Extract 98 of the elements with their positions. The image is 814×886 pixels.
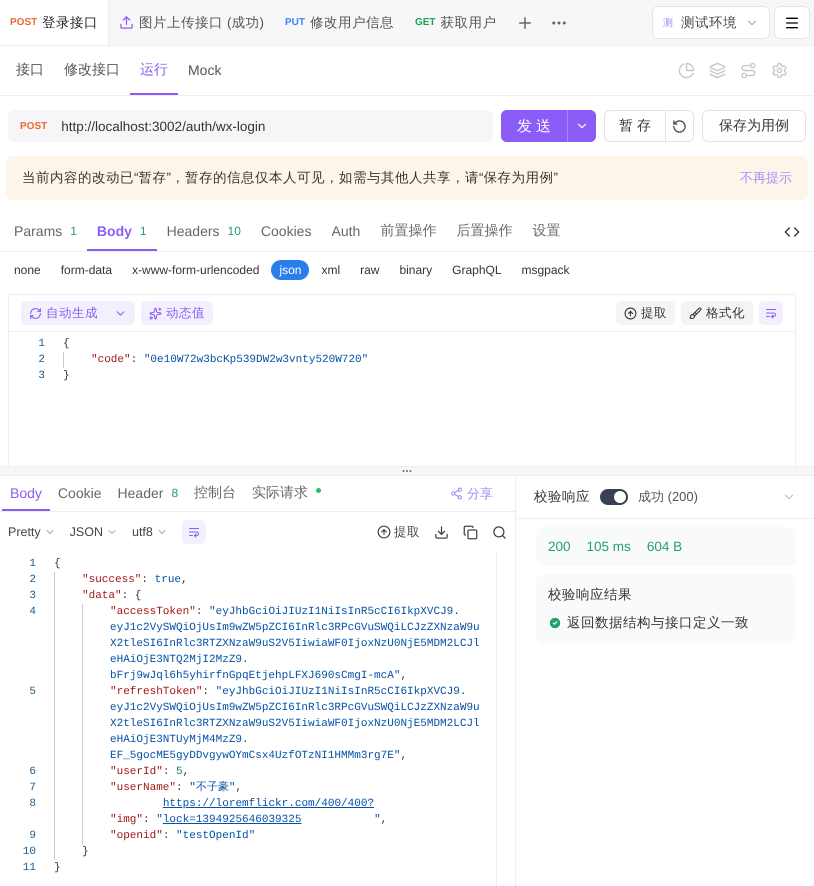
line-number: 5 bbox=[28, 685, 37, 700]
body-type-option[interactable]: binary bbox=[391, 260, 440, 280]
line-number: 3 bbox=[28, 589, 37, 604]
result-message: 返回数据结构与接口定义一致 bbox=[567, 614, 749, 632]
save-case-button[interactable]: 保存为用例 bbox=[702, 110, 806, 142]
body-type-option[interactable]: xml bbox=[313, 260, 348, 280]
code-line: "refreshToken": "eyJhbGciOiJIUzI1NiIsInR5cCI6IkpXVCJ9. eyJ1c2VySWQiOjUsIm9wZW5pZCI6InRlc3RPcGVuSWQiLCJzZXNzaW9u X2tleSI6InRlc3RTZXNzaW9uS2V5IiwiaWF0IjoxNzU0NjE5MDM2LCJl eHAiOjE3NTUyMjM4MzZ9. EF_5gocME5gyDDvgywOYmCsx4UzfOTzNI1HMMm3rg7E", bbox=[110, 685, 480, 764]
line-number: 10 bbox=[22, 845, 37, 860]
code-line: } bbox=[82, 845, 89, 860]
line-number: 2 bbox=[37, 353, 46, 368]
check-icon bbox=[548, 616, 562, 630]
code-line: "accessToken": "eyJhbGciOiJIUzI1NiIsInR5cCI6IkpXVCJ9. eyJ1c2VySWQiOjUsIm9wZW5pZCI6InRlc3RPcGVuSWQiLCJzZXNzaW9u X2tleSI6InRlc3RTZXNzaW9uS2V5IiwiaWF0IjoxNzU0NjE5MDM2LCJl eHAiOjE3NTQ2MjI2MzZ9. bFrj9wJql6h5yhirfnGpqEtjehpLFXJ690sCmgI-mcA", bbox=[110, 605, 480, 684]
nav-tab[interactable]: 运行 bbox=[130, 46, 178, 95]
notice-text: 当前内容的改动已“暂存”，暂存的信息仅本人可见，如需与其他人共享，请“保存为用例” bbox=[22, 169, 558, 187]
body-type-option[interactable]: raw bbox=[352, 260, 388, 280]
encoding-select[interactable]: utf8 bbox=[132, 525, 168, 539]
code-line: "code": "0e10W72w3bcKp539DW2w3vnty520W720" bbox=[91, 353, 368, 368]
body-type-option[interactable]: json bbox=[271, 260, 310, 280]
body-type-option[interactable]: msgpack bbox=[514, 260, 578, 280]
upload-icon bbox=[119, 15, 134, 30]
line-number: 7 bbox=[28, 781, 37, 796]
search-icon[interactable] bbox=[492, 524, 507, 540]
wrap-button[interactable] bbox=[759, 301, 783, 325]
menu-button[interactable] bbox=[774, 6, 810, 39]
code-line: } bbox=[54, 861, 61, 876]
reset-icon bbox=[672, 118, 687, 134]
share-icon bbox=[450, 487, 463, 500]
sparkle-icon bbox=[149, 306, 162, 320]
validation-toggle[interactable] bbox=[600, 489, 628, 505]
code-line: "userId": 5, bbox=[110, 765, 190, 780]
extract-button[interactable]: 提取 bbox=[616, 301, 675, 325]
result-title: 校验响应结果 bbox=[548, 586, 633, 604]
line-number: 4 bbox=[28, 605, 37, 620]
param-tab[interactable]: Params 1 bbox=[4, 212, 87, 251]
environment-select[interactable]: 测 测试环境 bbox=[652, 6, 770, 39]
code-line: "openid": "testOpenId" bbox=[110, 829, 256, 844]
body-type-option[interactable]: none bbox=[6, 260, 49, 280]
param-tab[interactable]: 后置操作 bbox=[446, 212, 522, 251]
nav-tab[interactable]: 接口 bbox=[6, 46, 54, 95]
body-type-option[interactable]: x-www-form-urlencoded bbox=[124, 260, 268, 280]
upload-icon bbox=[624, 306, 637, 320]
request-tab[interactable]: GET 获取用户 bbox=[404, 0, 508, 45]
response-tab[interactable]: 控制台 bbox=[186, 476, 244, 511]
code-line: "data": { bbox=[82, 589, 142, 604]
format-button[interactable]: 格式化 bbox=[681, 301, 753, 325]
response-tab[interactable]: 实际请求 bbox=[244, 476, 330, 511]
nav-tab[interactable]: Mock bbox=[178, 46, 232, 95]
code-line: { bbox=[54, 557, 61, 572]
line-number: 1 bbox=[28, 557, 37, 572]
code-line: { bbox=[63, 337, 70, 352]
code-line: "img": " https://loremflickr.com/400/400? lock=1394925646039325 ", bbox=[110, 796, 388, 828]
extract-button[interactable]: 提取 bbox=[377, 524, 420, 540]
line-number: 11 bbox=[22, 861, 37, 876]
menu-icon bbox=[784, 14, 800, 30]
param-tab[interactable]: Cookies bbox=[250, 212, 322, 251]
validation-label: 校验响应 bbox=[534, 488, 590, 506]
send-button[interactable]: 发 送 bbox=[500, 110, 568, 142]
wrap-icon bbox=[765, 306, 777, 320]
line-number: 3 bbox=[37, 369, 46, 384]
wrap-button[interactable] bbox=[182, 520, 206, 544]
url-link[interactable]: https://loremflickr.com/400/400? lock=1394925646039325 bbox=[162, 796, 374, 828]
wrap-icon bbox=[188, 525, 200, 539]
validation-status: 成功 (200) bbox=[638, 488, 698, 506]
request-tab[interactable]: PUT 修改用户信息 bbox=[274, 0, 405, 45]
response-tab[interactable]: Header 8 bbox=[110, 476, 186, 511]
status-code: 200 bbox=[548, 539, 571, 554]
response-tab[interactable]: Cookie bbox=[50, 476, 110, 511]
param-tab[interactable]: Auth bbox=[321, 212, 370, 251]
code-line: "success": true, bbox=[82, 573, 188, 588]
code-line: } bbox=[63, 369, 70, 384]
line-number: 8 bbox=[28, 797, 37, 812]
copy-icon[interactable] bbox=[463, 524, 478, 540]
url-field[interactable]: POST http://localhost:3002/auth/wx-login bbox=[8, 110, 493, 142]
line-number: 2 bbox=[28, 573, 37, 588]
upload-icon bbox=[377, 525, 391, 539]
dynamic-value-button[interactable]: 动态值 bbox=[141, 301, 213, 325]
download-icon[interactable] bbox=[434, 524, 449, 540]
reset-button[interactable] bbox=[665, 111, 693, 141]
param-tab[interactable]: 设置 bbox=[522, 212, 570, 251]
view-select[interactable]: Pretty bbox=[8, 525, 56, 539]
line-number: 9 bbox=[28, 829, 37, 844]
response-tab[interactable]: Body bbox=[2, 476, 50, 511]
param-tab[interactable]: Body 1 bbox=[86, 212, 157, 251]
request-tab[interactable]: POST 登录接口 bbox=[0, 0, 110, 45]
code-line: "userName": "不子豪", bbox=[110, 780, 242, 796]
body-type-option[interactable]: GraphQL bbox=[444, 260, 510, 280]
line-number: 1 bbox=[37, 337, 46, 352]
param-tab[interactable]: 前置操作 bbox=[370, 212, 446, 251]
response-size: 604 B bbox=[646, 539, 682, 554]
response-time: 105 ms bbox=[586, 539, 631, 554]
format-select[interactable]: JSON bbox=[70, 525, 118, 539]
refresh-icon bbox=[29, 306, 42, 320]
nav-tab[interactable]: 修改接口 bbox=[54, 46, 130, 95]
param-tab[interactable]: Headers 10 bbox=[156, 212, 251, 251]
line-number: 6 bbox=[28, 765, 37, 780]
request-tab[interactable]: 图片上传接口 (成功) bbox=[109, 0, 275, 45]
body-type-option[interactable]: form-data bbox=[52, 260, 120, 280]
brush-icon bbox=[689, 306, 702, 320]
